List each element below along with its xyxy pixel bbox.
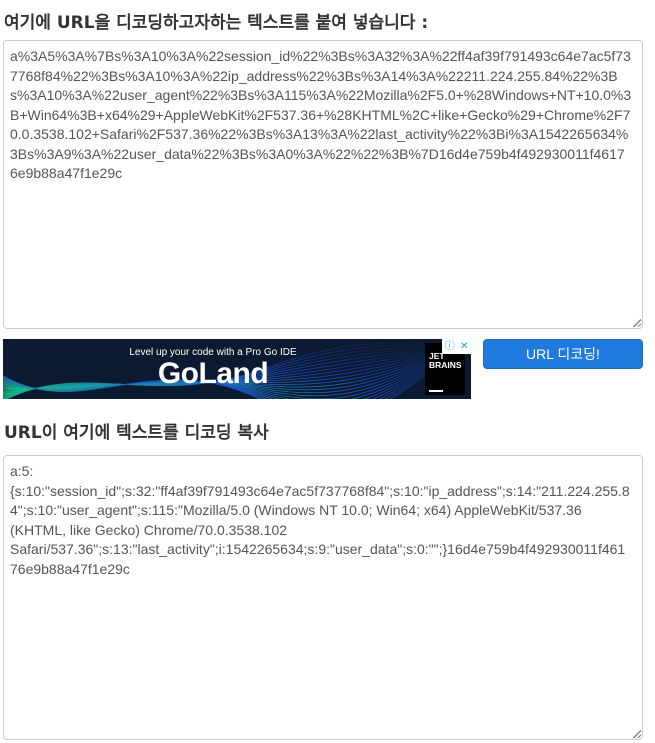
url-decode-button[interactable]: URL 디코딩! (483, 339, 643, 369)
output-heading: URL이 여기에 텍스트를 디코딩 복사 (4, 423, 269, 443)
output-textarea-wrapper: a:5: {s:10:"session_id";s:32:"ff4af39f79… (3, 455, 643, 740)
info-icon[interactable]: ⓘ (445, 339, 455, 354)
input-textarea-wrapper: a%3A5%3A%7Bs%3A10%3A%22session_id%22%3Bs… (3, 40, 643, 329)
jetbrains-logo-bar (429, 390, 443, 392)
ad-brand-logo: GoLand (157, 357, 269, 390)
ad-choices[interactable]: ⓘ ✕ (442, 339, 471, 354)
close-icon[interactable]: ✕ (460, 339, 468, 354)
encoded-text-input[interactable]: a%3A5%3A%7Bs%3A10%3A%22session_id%22%3Bs… (3, 40, 643, 329)
advertisement-banner[interactable]: Level up your code with a Pro Go IDE GoL… (3, 339, 471, 399)
input-heading: 여기에 URL을 디코딩하고자하는 텍스트를 붙여 넣습니다 : (4, 13, 429, 33)
decoded-text-output[interactable]: a:5: {s:10:"session_id";s:32:"ff4af39f79… (3, 455, 643, 740)
jetbrains-logo-line2: BRAINS (429, 360, 462, 370)
